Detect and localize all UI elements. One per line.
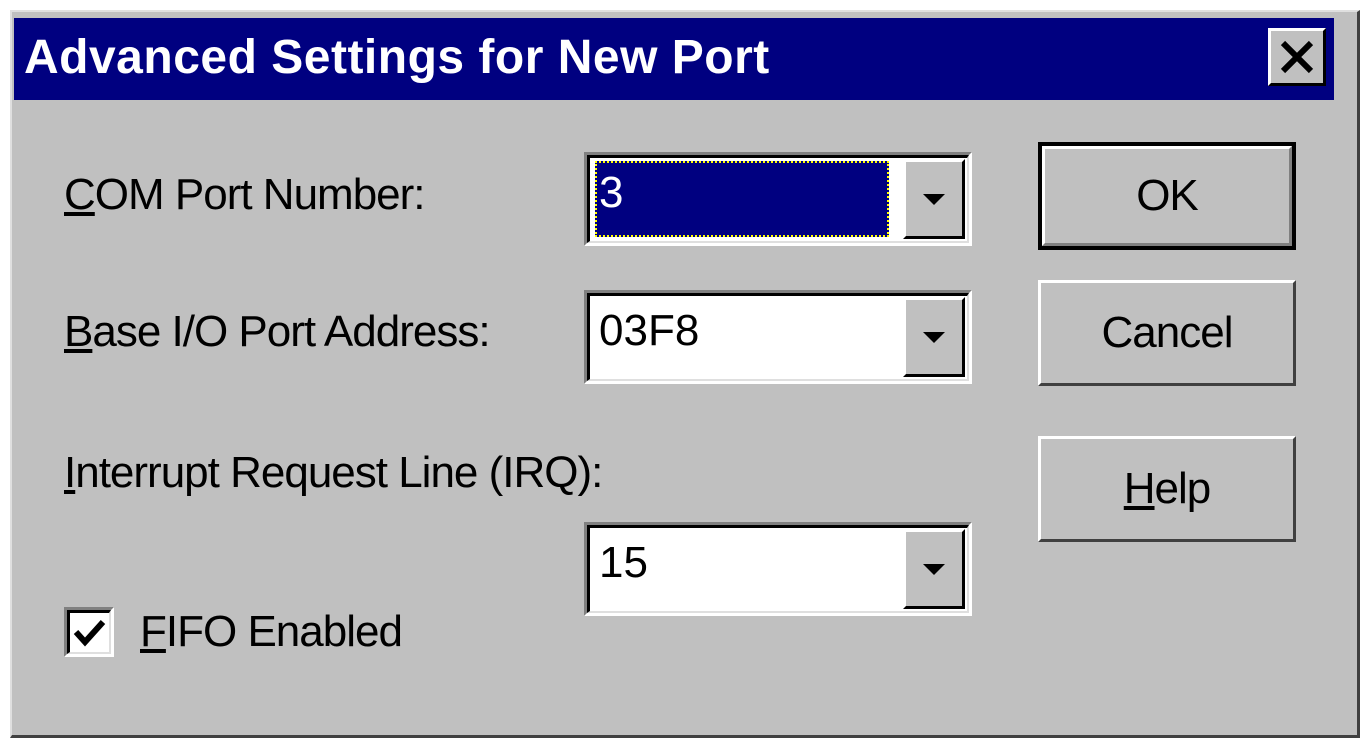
com-port-value[interactable]: 3 — [595, 161, 889, 237]
title-bar[interactable]: Advanced Settings for New Port — [14, 18, 1334, 100]
ok-button[interactable]: OK — [1038, 142, 1296, 250]
ok-button-label: OK — [1136, 171, 1199, 220]
base-io-label-accel: B — [64, 307, 93, 356]
chevron-down-icon — [923, 193, 945, 205]
base-io-dropdown-button[interactable] — [903, 297, 965, 377]
close-icon — [1280, 40, 1314, 74]
com-port-combo[interactable]: 3 — [584, 152, 972, 246]
base-io-label: Base I/O Port Address: — [64, 307, 491, 357]
checkmark-icon — [73, 619, 105, 646]
base-io-combo[interactable]: 03F8 — [584, 290, 972, 384]
com-port-dropdown-button[interactable] — [903, 159, 965, 239]
fifo-label-text: IFO Enabled — [165, 607, 403, 656]
base-io-value[interactable]: 03F8 — [595, 299, 889, 375]
fifo-label[interactable]: FIFO Enabled — [140, 607, 403, 657]
fifo-checkbox[interactable] — [64, 607, 114, 657]
window-title: Advanced Settings for New Port — [24, 31, 770, 84]
base-io-label-text: ase I/O Port Address: — [92, 307, 490, 356]
irq-dropdown-button[interactable] — [903, 529, 965, 609]
help-button-label: Help — [1123, 464, 1211, 513]
irq-combo[interactable]: 15 — [584, 522, 972, 616]
com-port-label-text: OM Port Number: — [94, 170, 426, 219]
close-button[interactable] — [1268, 28, 1326, 86]
irq-label-text: nterrupt Request Line (IRQ): — [75, 448, 603, 497]
help-button[interactable]: Help — [1038, 436, 1296, 542]
com-port-label-accel: C — [64, 170, 96, 219]
chevron-down-icon — [923, 563, 945, 575]
cancel-button[interactable]: Cancel — [1038, 280, 1296, 386]
irq-label: Interrupt Request Line (IRQ): — [64, 448, 603, 498]
cancel-button-label: Cancel — [1101, 308, 1234, 357]
irq-label-accel: I — [64, 448, 76, 497]
irq-value[interactable]: 15 — [595, 531, 889, 607]
fifo-label-accel: F — [140, 607, 167, 656]
com-port-label: COM Port Number: — [64, 170, 426, 220]
chevron-down-icon — [923, 331, 945, 343]
